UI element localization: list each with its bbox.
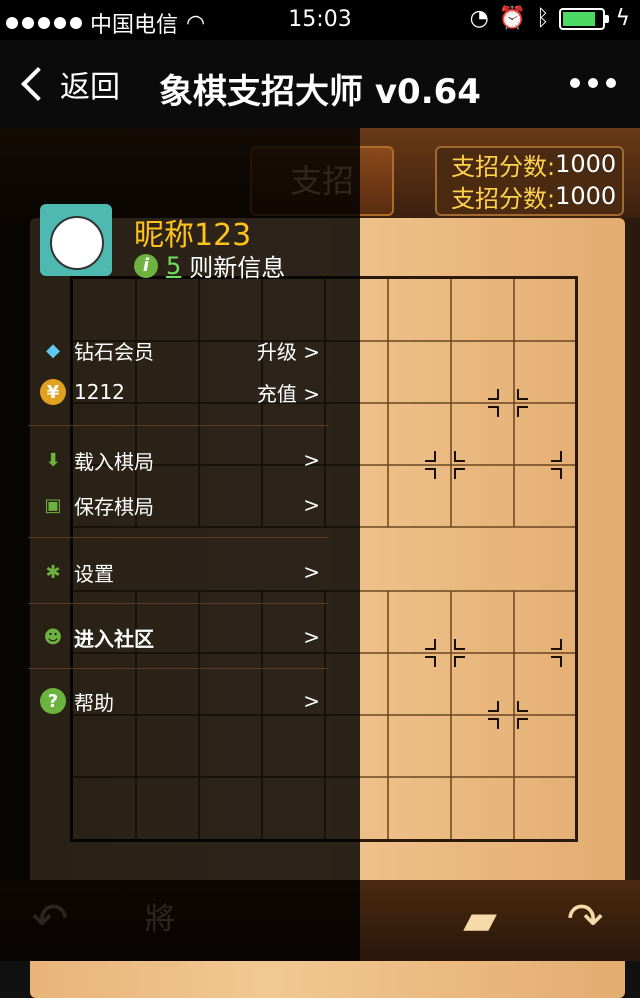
chevron-right-icon: > (303, 625, 320, 649)
menu-item-label: 设置 (74, 561, 114, 586)
menu-item-settings[interactable]: ✱ 设置 > (40, 552, 320, 592)
unread-count: 5 (166, 251, 182, 280)
battery-icon (559, 7, 610, 30)
menu-item-community[interactable]: ☻ 进入社区 > (40, 617, 320, 657)
unread-text: 则新信息 (189, 254, 286, 282)
score-label: 支招分数: (451, 152, 556, 181)
save-icon: ▣ (44, 494, 62, 516)
recharge-link[interactable]: 充值 > (257, 378, 320, 407)
bluetooth-icon: ᛒ (536, 6, 550, 31)
menu-divider (28, 668, 328, 669)
podium-icon[interactable]: ▰ (450, 890, 510, 950)
download-icon: ⬇ (45, 449, 61, 471)
upgrade-link[interactable]: 升级 > (257, 336, 320, 365)
charging-icon: ϟ (615, 6, 630, 31)
menu-item-label: 1212 (74, 380, 125, 404)
menu-item-save[interactable]: ▣ 保存棋局 > (40, 485, 320, 525)
score-label: 支招分数: (451, 184, 556, 213)
menu-item-label: 钻石会员 (74, 339, 154, 364)
messages-link[interactable]: i 5 则新信息 (134, 248, 285, 283)
score-value: 1000 (555, 182, 617, 210)
nav-bar: 返回 象棋支招大师 v0.64 (0, 40, 640, 129)
chevron-right-icon: > (303, 448, 320, 472)
avatar[interactable] (40, 204, 112, 276)
chevron-right-icon: > (303, 493, 320, 517)
yen-coin-icon: ¥ (40, 379, 66, 405)
community-icon: ☻ (43, 626, 63, 648)
lock-rotation-icon: ◔ (469, 6, 489, 31)
score-panel: 支招分数: 1000 支招分数: 1000 (435, 146, 624, 216)
info-icon: i (134, 253, 158, 278)
page-title: 象棋支招大师 v0.64 (159, 72, 481, 112)
redo-icon[interactable]: ↷ (555, 890, 615, 950)
status-bar: 中国电信 ◠ 15:03 ◔ ⏰ ᛒ ϟ (0, 0, 640, 40)
menu-divider (28, 603, 328, 604)
gear-icon: ✱ (45, 561, 61, 583)
avatar-face-icon (50, 216, 104, 270)
menu-item-label: 保存棋局 (74, 494, 154, 519)
chevron-right-icon: > (303, 560, 320, 584)
menu-item-label: 进入社区 (74, 626, 154, 651)
menu-item-label: 载入棋局 (74, 449, 154, 474)
menu-item-label: 帮助 (74, 690, 114, 715)
menu-item-coins[interactable]: ¥ 1212 充值 > (40, 372, 320, 412)
menu-divider (28, 425, 328, 426)
menu-item-load[interactable]: ⬇ 载入棋局 > (40, 440, 320, 480)
score-value: 1000 (555, 150, 617, 178)
diamond-icon: ◆ (46, 339, 60, 361)
menu-bottom-shade (0, 881, 360, 961)
menu-item-help[interactable]: ? 帮助 > (40, 681, 320, 721)
more-button[interactable] (570, 78, 616, 88)
alarm-icon: ⏰ (498, 6, 527, 31)
menu-divider (28, 537, 328, 538)
menu-item-diamond[interactable]: ◆ 钻石会员 升级 > (40, 330, 320, 370)
chevron-right-icon: > (303, 689, 320, 713)
help-icon: ? (40, 688, 66, 714)
side-menu: 昵称123 i 5 则新信息 ◆ 钻石会员 升级 > ¥ 1212 充值 > ⬇… (0, 128, 360, 881)
